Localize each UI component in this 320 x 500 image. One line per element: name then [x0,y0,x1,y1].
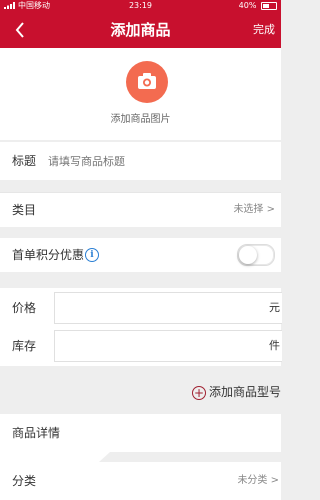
classify-label: 分类 [12,474,37,488]
nav-bar: 添加商品 完成 [0,12,281,48]
stock-row: 库存 件 [0,326,282,366]
stock-label: 库存 [12,339,37,353]
stock-unit: 件 [269,339,280,352]
price-unit: 元 [269,301,280,314]
price-row: 价格 元 [0,288,282,328]
battery-percent: 40% [238,1,257,10]
title-label: 标题 [12,154,37,168]
price-input[interactable]: 元 [54,292,282,324]
camera-icon [138,73,156,89]
status-right: 40% [239,0,277,12]
price-label: 价格 [12,301,37,315]
add-photo-area[interactable] [0,48,281,140]
category-row[interactable]: 类目 未选择 > [0,192,281,227]
points-discount-toggle[interactable] [237,244,275,266]
done-button[interactable]: 完成 [253,12,275,48]
add-photo-label: 添加商品图片 [110,114,171,125]
add-photo-button[interactable] [126,61,168,103]
points-discount-label: 首单积分优惠 [12,248,85,262]
info-icon[interactable]: i [85,248,99,262]
battery-icon [261,1,277,10]
title-input[interactable] [46,142,270,182]
title-row: 标题 [0,142,281,182]
details-label: 商品详情 [12,426,61,440]
details-tab-decoration [0,452,110,462]
classify-value: 未分类 > [237,475,279,486]
category-value: 未选择 > [233,204,275,215]
points-discount-row: 首单积分优惠 i [0,238,281,272]
category-label: 类目 [12,203,37,217]
add-model-label: 添加商品型号 [208,385,281,399]
add-model-button[interactable]: + 添加商品型号 [191,378,281,406]
details-row: 商品详情 [0,414,281,452]
status-bar: 中国移动 23:19 40% [0,0,281,12]
plus-circle-icon: + [191,385,206,400]
classify-row[interactable]: 分类 未分类 > [0,462,281,500]
page-title: 添加商品 [110,21,171,39]
toggle-knob [239,246,257,264]
stock-input[interactable]: 件 [54,330,282,362]
